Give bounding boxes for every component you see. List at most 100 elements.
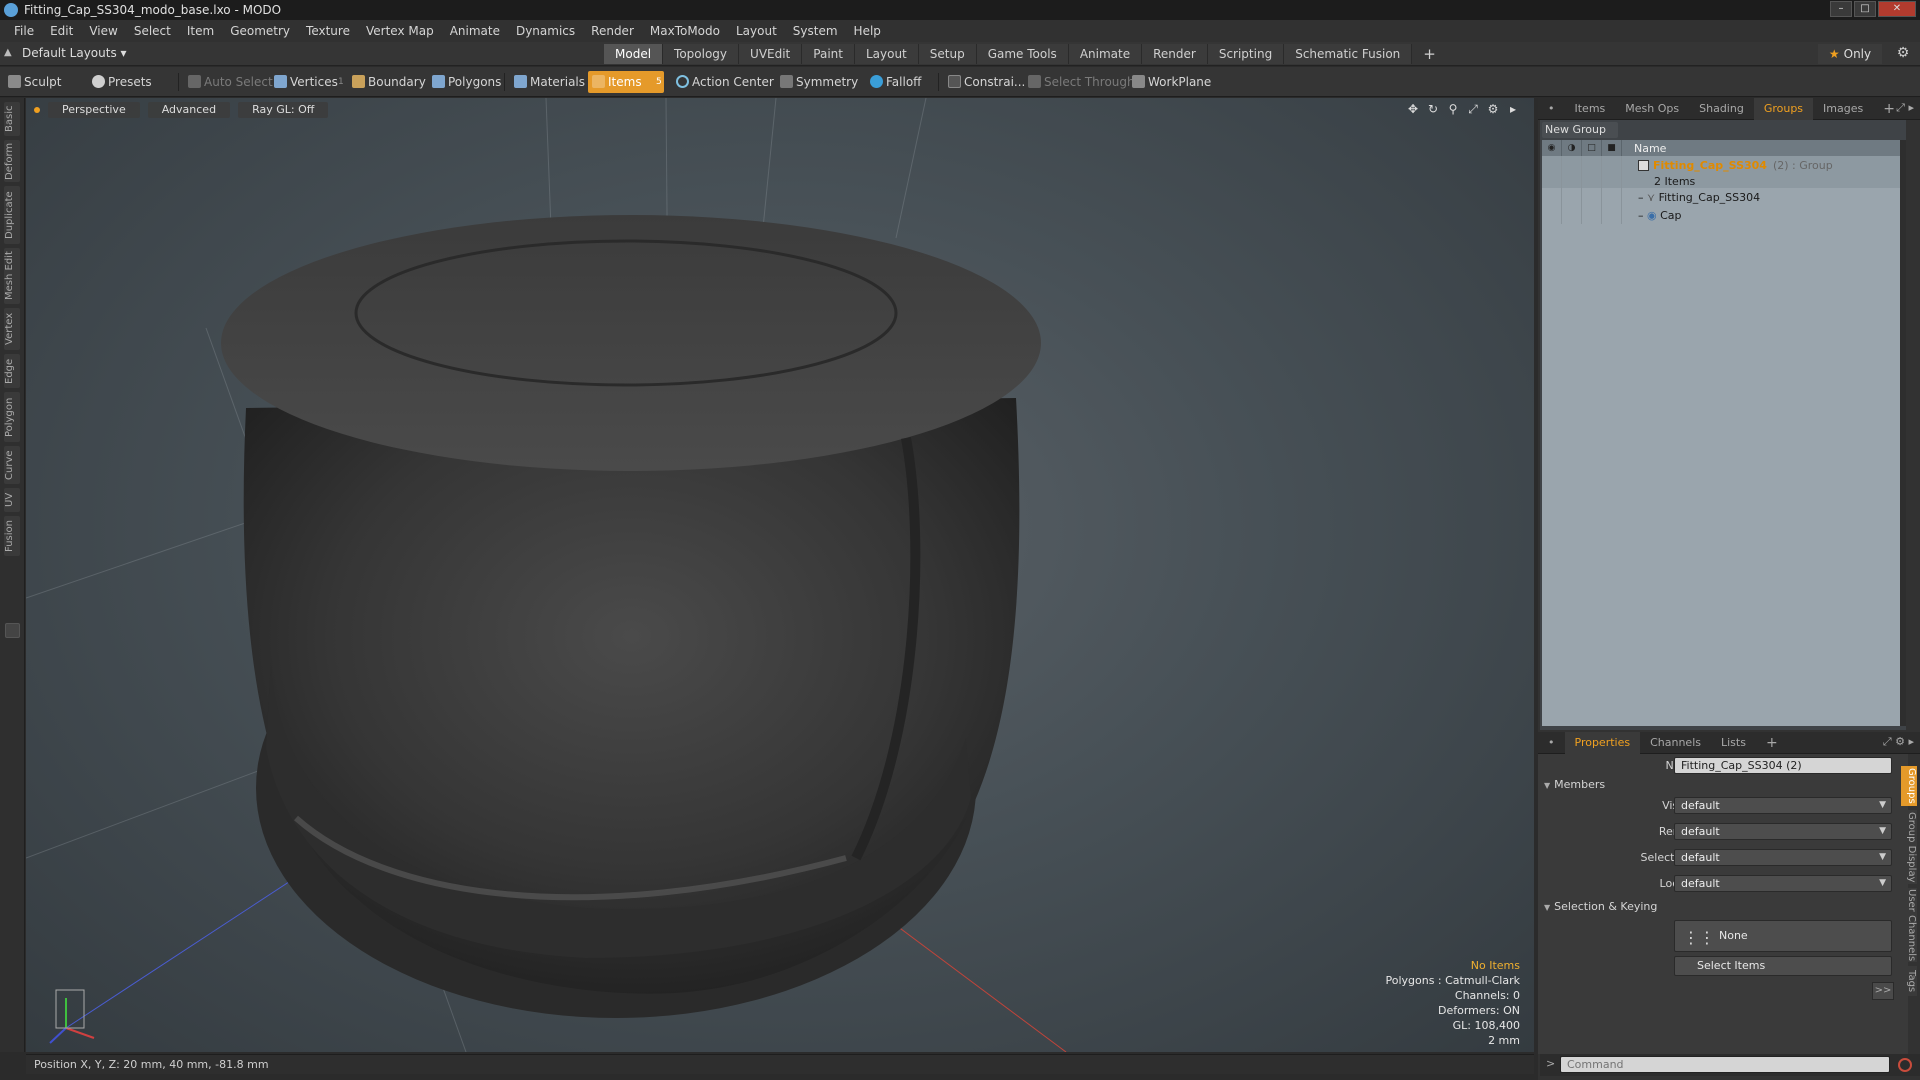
only-toggle[interactable]: ★ Only	[1818, 44, 1882, 64]
presets-button[interactable]: Presets	[88, 71, 158, 93]
maximize-viewport-icon[interactable]: ⤢	[1466, 102, 1480, 116]
menu-maxtomodo[interactable]: MaxToModo	[642, 24, 728, 38]
list-item[interactable]: – ⋎ Fitting_Cap_SS304	[1542, 188, 1902, 206]
selection-keying-section[interactable]: ▼ Selection & Keying	[1544, 900, 1657, 913]
members-section[interactable]: ▼ Members	[1544, 778, 1605, 791]
render-column-icon[interactable]: ◑	[1562, 140, 1582, 156]
vtab-edge[interactable]: Edge	[4, 354, 20, 388]
tab-scripting[interactable]: Scripting	[1207, 44, 1285, 64]
menu-render[interactable]: Render	[583, 24, 642, 38]
tab-game-tools[interactable]: Game Tools	[976, 44, 1069, 64]
command-input[interactable]	[1560, 1056, 1890, 1073]
tab-render[interactable]: Render	[1142, 44, 1208, 64]
raygl-toggle[interactable]: Ray GL: Off	[238, 102, 329, 118]
viewport-settings-icon[interactable]: ⚙	[1486, 102, 1500, 116]
maximize-button[interactable]: □	[1854, 1, 1876, 17]
side-tab-user-channels[interactable]: User Channels	[1901, 888, 1917, 962]
polygons-button[interactable]: Polygons	[428, 71, 507, 93]
side-tab-groups[interactable]: Groups	[1901, 766, 1917, 806]
tab-model[interactable]: Model	[604, 44, 664, 64]
new-group-button[interactable]: New Group	[1542, 122, 1618, 138]
keying-none-button[interactable]: ⋮⋮ None	[1674, 920, 1892, 952]
tab-items[interactable]: Items	[1565, 98, 1616, 120]
tab-groups[interactable]: Groups	[1753, 97, 1814, 120]
zoom-icon[interactable]: ⚲	[1446, 102, 1460, 116]
vtab-uv[interactable]: UV	[4, 488, 20, 512]
shading-dropdown[interactable]: Advanced	[147, 102, 231, 118]
symmetry-button[interactable]: Symmetry	[776, 71, 864, 93]
panel-collapse-dot[interactable]: •	[1538, 98, 1565, 120]
menu-geometry[interactable]: Geometry	[222, 24, 298, 38]
locked-dropdown[interactable]: default ▼	[1674, 875, 1892, 892]
record-macro-icon[interactable]	[1898, 1058, 1912, 1072]
tab-topology[interactable]: Topology	[663, 44, 740, 64]
menu-edit[interactable]: Edit	[42, 24, 81, 38]
vtab-mesh-edit[interactable]: Mesh Edit	[4, 248, 20, 304]
name-field[interactable]: Fitting_Cap_SS304 (2)	[1674, 757, 1892, 774]
items-button[interactable]: Items	[588, 71, 664, 93]
vtab-curve[interactable]: Curve	[4, 446, 20, 484]
select-items-button[interactable]: Select Items	[1674, 956, 1892, 976]
visible-dropdown[interactable]: default ▼	[1674, 797, 1892, 814]
default-layouts-dropdown[interactable]: Default Layouts ▾	[22, 46, 127, 60]
action-center-button[interactable]: Action Center	[672, 71, 780, 93]
tab-lists[interactable]: Lists	[1711, 732, 1756, 754]
add-panel-tab-button[interactable]: +	[1756, 732, 1788, 754]
vtab-polygon[interactable]: Polygon	[4, 392, 20, 442]
vertices-button[interactable]: Vertices	[270, 71, 344, 93]
render-dropdown[interactable]: default ▼	[1674, 823, 1892, 840]
rotate-icon[interactable]: ↻	[1426, 102, 1440, 116]
tab-channels[interactable]: Channels	[1640, 732, 1711, 754]
falloff-button[interactable]: Falloff	[866, 71, 927, 93]
tab-uvedit[interactable]: UVEdit	[739, 44, 803, 64]
viewport-more-icon[interactable]: ▸	[1506, 102, 1520, 116]
boundary-button[interactable]: Boundary	[348, 71, 432, 93]
tab-setup[interactable]: Setup	[918, 44, 977, 64]
close-button[interactable]: ✕	[1878, 1, 1916, 17]
tab-properties[interactable]: Properties	[1564, 731, 1641, 754]
groups-scrollbar[interactable]	[1900, 140, 1906, 726]
workplane-button[interactable]: WorkPlane	[1128, 71, 1217, 93]
tab-images[interactable]: Images	[1813, 98, 1873, 120]
auto-select-button[interactable]: Auto Select	[184, 71, 279, 93]
list-item[interactable]: – ◉ Cap	[1542, 206, 1902, 224]
select-column-icon[interactable]: □	[1582, 140, 1602, 156]
tab-mesh-ops[interactable]: Mesh Ops	[1615, 98, 1689, 120]
add-tab-button[interactable]: +	[1412, 44, 1447, 64]
sculpt-button[interactable]: Sculpt	[4, 71, 67, 93]
menu-file[interactable]: File	[6, 24, 42, 38]
tab-shading[interactable]: Shading	[1689, 98, 1754, 120]
toggle-tool-panel-button[interactable]	[5, 623, 20, 638]
minimize-button[interactable]: –	[1830, 1, 1852, 17]
menu-layout[interactable]: Layout	[728, 24, 785, 38]
side-tab-group-display[interactable]: Group Display	[1901, 810, 1917, 884]
vtab-duplicate[interactable]: Duplicate	[4, 186, 20, 244]
lock-column-icon[interactable]: ■	[1602, 140, 1622, 156]
vtab-basic[interactable]: Basic	[4, 102, 20, 136]
view-type-dropdown[interactable]: Perspective	[48, 102, 140, 118]
menu-animate[interactable]: Animate	[442, 24, 508, 38]
pin-icon[interactable]: ▲	[4, 47, 16, 59]
menu-item[interactable]: Item	[179, 24, 222, 38]
panel-expand-icon[interactable]: ⤢ ⚙ ▸	[1883, 735, 1914, 749]
select-through-button[interactable]: Select Through	[1024, 71, 1141, 93]
pan-icon[interactable]: ✥	[1406, 102, 1420, 116]
vtab-fusion[interactable]: Fusion	[4, 516, 20, 556]
constraints-button[interactable]: Constrai...	[944, 71, 1031, 93]
menu-view[interactable]: View	[81, 24, 125, 38]
menu-system[interactable]: System	[785, 24, 846, 38]
menu-help[interactable]: Help	[846, 24, 889, 38]
menu-vertex-map[interactable]: Vertex Map	[358, 24, 442, 38]
menu-select[interactable]: Select	[126, 24, 179, 38]
expand-more-button[interactable]: >>	[1872, 982, 1894, 1000]
tab-layout[interactable]: Layout	[854, 44, 919, 64]
vtab-deform[interactable]: Deform	[4, 140, 20, 182]
3d-viewport[interactable]: Perspective Advanced Ray GL: Off ✥ ↻ ⚲ ⤢…	[26, 98, 1534, 1052]
materials-button[interactable]: Materials	[510, 71, 591, 93]
panel-expand-icon[interactable]: ⤢ ▸	[1896, 101, 1914, 115]
viewport-menu-dot[interactable]	[34, 107, 40, 113]
menu-dynamics[interactable]: Dynamics	[508, 24, 583, 38]
panel-collapse-dot[interactable]: •	[1538, 732, 1565, 754]
tab-schematic-fusion[interactable]: Schematic Fusion	[1284, 44, 1413, 64]
visibility-column-icon[interactable]: ◉	[1542, 140, 1562, 156]
